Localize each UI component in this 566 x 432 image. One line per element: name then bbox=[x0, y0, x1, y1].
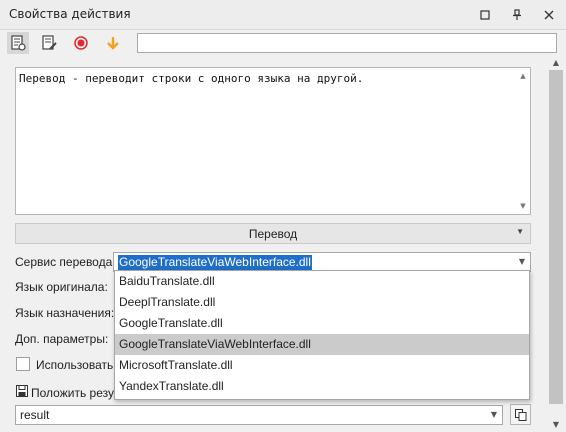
section-label: Перевод bbox=[248, 226, 298, 241]
pin-icon bbox=[513, 9, 521, 20]
record-button[interactable] bbox=[70, 32, 92, 54]
arrow-down-icon bbox=[107, 37, 119, 50]
pin-button[interactable] bbox=[506, 4, 528, 26]
dropdown-option-selected[interactable]: GoogleTranslateViaWebInterface.dll bbox=[115, 334, 529, 355]
properties-panel: Перевод - переводит строки с одного язык… bbox=[0, 56, 546, 432]
scroll-up-icon[interactable]: ▲ bbox=[546, 56, 566, 70]
edit-notes-button[interactable] bbox=[38, 32, 60, 54]
maximize-button[interactable] bbox=[474, 4, 496, 26]
service-dropdown-list[interactable]: BaiduTranslate.dll DeeplTranslate.dll Go… bbox=[114, 270, 530, 400]
properties-icon bbox=[11, 35, 26, 51]
save-result-label: Положить резул bbox=[31, 386, 121, 400]
close-icon bbox=[544, 10, 554, 20]
toolbar bbox=[0, 30, 566, 56]
result-variable-combobox[interactable]: result ▼ bbox=[15, 405, 503, 425]
scrollbar-thumb[interactable] bbox=[549, 70, 563, 404]
description-box[interactable]: Перевод - переводит строки с одного язык… bbox=[15, 67, 531, 215]
source-language-label: Язык оригинала: bbox=[15, 280, 108, 294]
move-down-button[interactable] bbox=[102, 32, 124, 54]
service-value: GoogleTranslateViaWebInterface.dll bbox=[118, 255, 312, 270]
service-combobox[interactable]: GoogleTranslateViaWebInterface.dll ▼ bbox=[113, 252, 531, 272]
result-value: result bbox=[20, 408, 50, 422]
dropdown-option[interactable]: DeeplTranslate.dll bbox=[115, 292, 529, 313]
dropdown-option[interactable]: YandexTranslate.dll bbox=[115, 376, 529, 397]
section-header-translate[interactable]: Перевод ▼ bbox=[15, 223, 531, 244]
dropdown-option[interactable]: MicrosoftTranslate.dll bbox=[115, 355, 529, 376]
description-text: Перевод - переводит строки с одного язык… bbox=[19, 72, 364, 85]
chevron-down-icon: ▼ bbox=[490, 410, 497, 419]
copy-icon bbox=[514, 408, 526, 421]
use-checkbox[interactable] bbox=[16, 357, 30, 371]
copy-button[interactable] bbox=[510, 404, 531, 425]
chevron-down-icon: ▼ bbox=[518, 257, 525, 266]
dropdown-option[interactable]: BaiduTranslate.dll bbox=[115, 271, 529, 292]
use-checkbox-label: Использовать п bbox=[36, 358, 124, 372]
edit-notes-icon bbox=[42, 35, 57, 50]
close-button[interactable] bbox=[538, 4, 560, 26]
record-icon bbox=[74, 36, 88, 50]
description-scrollbar[interactable]: ▲ ▼ bbox=[516, 68, 530, 214]
chevron-down-icon: ▼ bbox=[516, 227, 524, 236]
dropdown-option[interactable]: GoogleTranslate.dll bbox=[115, 313, 529, 334]
title-bar: Свойства действия bbox=[0, 0, 566, 30]
main-scrollbar[interactable]: ▲ ▼ bbox=[546, 56, 566, 432]
maximize-icon bbox=[480, 10, 490, 20]
scroll-down-icon[interactable]: ▼ bbox=[546, 418, 566, 432]
properties-tool-button[interactable] bbox=[7, 32, 29, 54]
extra-params-label: Доп. параметры: bbox=[15, 332, 109, 346]
target-language-label: Язык назначения: bbox=[15, 306, 115, 320]
window-title: Свойства действия bbox=[9, 7, 131, 21]
service-label: Сервис перевода: bbox=[15, 255, 116, 269]
scroll-up-icon: ▲ bbox=[520, 72, 526, 80]
scroll-down-icon: ▼ bbox=[520, 202, 526, 210]
save-icon bbox=[16, 385, 28, 397]
search-input[interactable] bbox=[137, 33, 557, 53]
